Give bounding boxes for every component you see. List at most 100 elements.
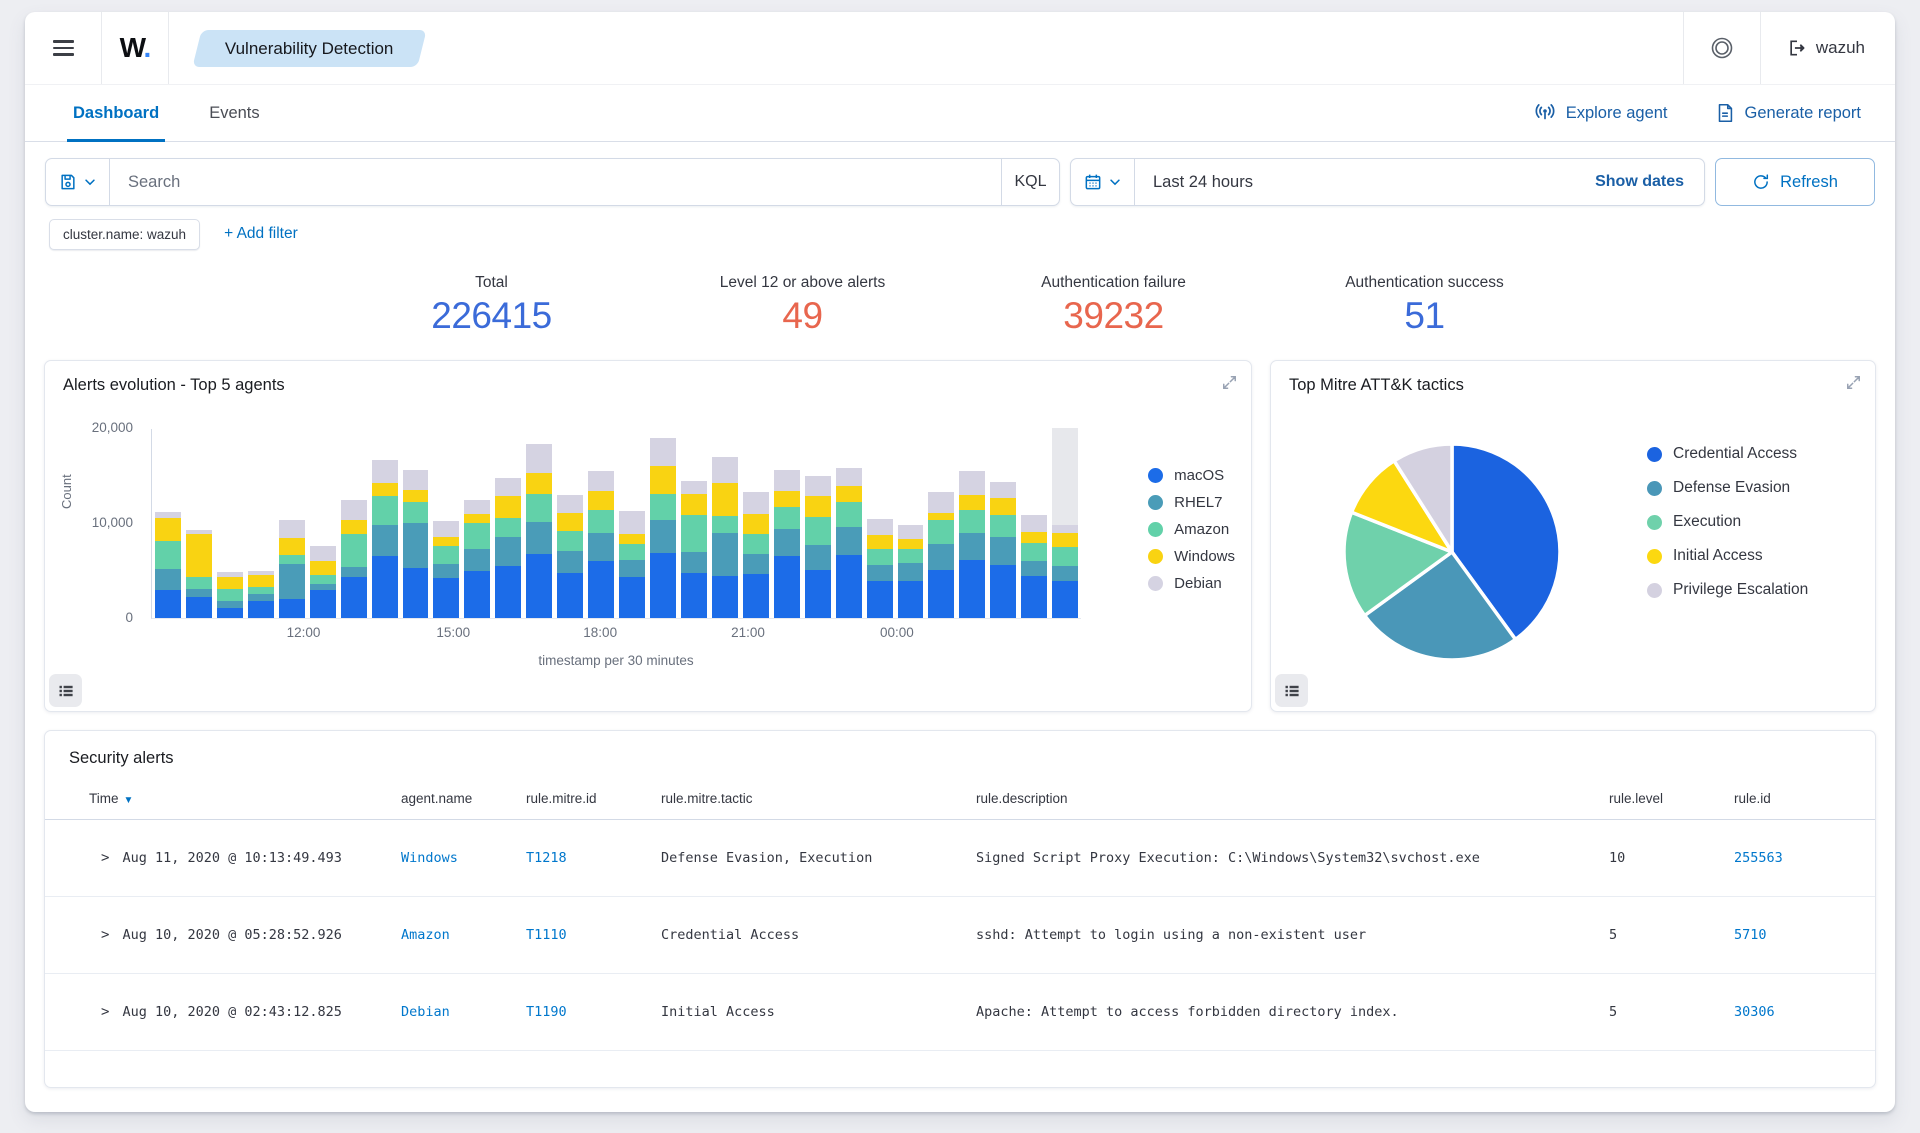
refresh-button[interactable]: Refresh [1715,158,1875,206]
calendar-icon [1085,174,1101,190]
bar-27[interactable] [990,428,1017,618]
legend-item-debian[interactable]: Debian [1148,575,1235,592]
bar-0[interactable] [155,428,181,618]
saved-query-button[interactable] [46,159,110,205]
bar-21[interactable] [804,428,831,618]
legend-item-windows[interactable]: Windows [1148,548,1235,565]
row-expand-chevron[interactable]: > [101,927,109,943]
bar-17[interactable] [680,428,707,618]
cell-agent-name[interactable]: Debian [401,1004,526,1020]
sort-desc-icon: ▼ [123,795,134,806]
bar-4[interactable] [278,428,305,618]
legend-label: Debian [1174,575,1222,592]
cell-rule-id[interactable]: 5710 [1734,927,1875,943]
date-quick-select-button[interactable] [1071,159,1135,205]
bar-segment [959,494,986,510]
legend-label: Windows [1174,548,1235,565]
cell-mitre-id[interactable]: T1218 [526,850,661,866]
table-row-0: > Aug 11, 2020 @ 10:13:49.493 Windows T1218… [45,820,1875,897]
bar-3[interactable] [247,428,274,618]
bar-12[interactable] [526,428,553,618]
wazuh-logo[interactable]: W. [102,32,168,64]
bar-1[interactable] [185,428,212,618]
bar-7[interactable] [371,428,398,618]
menu-button[interactable] [25,12,101,84]
legend-item-initial-access[interactable]: Initial Access [1647,547,1808,565]
health-check-button[interactable] [1684,12,1760,84]
cell-mitre-id[interactable]: T1110 [526,927,661,943]
bar-10[interactable] [464,428,491,618]
bar-segment [309,583,336,591]
bar-22[interactable] [835,428,862,618]
bar-24[interactable] [897,428,924,618]
legend-item-rhel7[interactable]: RHEL7 [1148,494,1235,511]
row-expand-chevron[interactable]: > [101,850,109,866]
bar-29[interactable] [1052,428,1079,618]
bar-segment [155,541,181,569]
legend-item-defense-evasion[interactable]: Defense Evasion [1647,479,1808,497]
legend-dot [1647,480,1662,496]
bar-23[interactable] [866,428,893,618]
legend-item-macos[interactable]: macOS [1148,467,1235,484]
bar-segment [495,518,522,538]
cell-rule-id[interactable]: 30306 [1734,1004,1875,1020]
bar-segment [433,521,460,538]
generate-report-button[interactable]: Generate report [1714,102,1861,124]
time-range-value[interactable]: Last 24 hours [1135,173,1575,192]
bar-18[interactable] [711,428,738,618]
legend-item-execution[interactable]: Execution [1647,513,1808,531]
legend-toggle-button[interactable] [1275,674,1308,707]
bar-segment [650,553,676,618]
bar-28[interactable] [1021,428,1048,618]
legend-item-credential-access[interactable]: Credential Access [1647,445,1808,463]
kql-button[interactable]: KQL [1001,159,1059,205]
add-filter-button[interactable]: + Add filter [224,225,298,243]
column-header-rule-level[interactable]: rule.level [1609,791,1734,806]
column-header-rule-description[interactable]: rule.description [976,791,1609,806]
column-header-rule-mitre-id[interactable]: rule.mitre.id [526,791,661,806]
logout-button[interactable]: wazuh [1761,12,1895,84]
bar-segment [371,556,398,618]
cell-mitre-tactic: Initial Access [661,1004,775,1020]
column-header-time[interactable]: Time ▼ [89,791,401,806]
expand-button[interactable] [1845,374,1862,391]
bar-segment [619,510,645,535]
bar-9[interactable] [433,428,460,618]
bar-14[interactable] [588,428,615,618]
module-badge[interactable]: Vulnerability Detection [192,29,427,67]
cell-rule-id[interactable]: 255563 [1734,850,1875,866]
legend-item-privilege-escalation[interactable]: Privilege Escalation [1647,581,1808,599]
bar-25[interactable] [928,428,955,618]
bar-segment [340,500,367,521]
filter-chip[interactable]: cluster.name: wazuh [49,218,201,250]
bar-16[interactable] [650,428,676,618]
bar-6[interactable] [340,428,367,618]
column-header-rule-id[interactable]: rule.id [1734,791,1875,806]
bar-segment [557,512,584,531]
row-expand-chevron[interactable]: > [101,1004,109,1020]
column-header-agent-name[interactable]: agent.name [401,791,526,806]
bar-26[interactable] [959,428,986,618]
bar-15[interactable] [619,428,645,618]
explore-agent-button[interactable]: Explore agent [1533,101,1668,125]
legend-item-amazon[interactable]: Amazon [1148,521,1235,538]
bar-19[interactable] [742,428,769,618]
cell-agent-name[interactable]: Windows [401,850,526,866]
tab-dashboard[interactable]: Dashboard [66,85,166,142]
search-input[interactable]: Search [110,173,1001,192]
bar-20[interactable] [773,428,800,618]
bar-8[interactable] [402,428,429,618]
bar-segment [990,498,1017,516]
legend-toggle-button[interactable] [49,674,82,707]
show-dates-button[interactable]: Show dates [1575,173,1704,191]
cell-mitre-id[interactable]: T1190 [526,1004,661,1020]
tab-events[interactable]: Events [209,85,259,141]
stat-value: 226415 [431,295,552,336]
bar-11[interactable] [495,428,522,618]
bar-2[interactable] [216,428,243,618]
bar-5[interactable] [309,428,336,618]
cell-agent-name[interactable]: Amazon [401,927,526,943]
column-header-rule-mitre-tactic[interactable]: rule.mitre.tactic [661,791,976,806]
bar-13[interactable] [557,428,584,618]
expand-button[interactable] [1221,374,1238,391]
